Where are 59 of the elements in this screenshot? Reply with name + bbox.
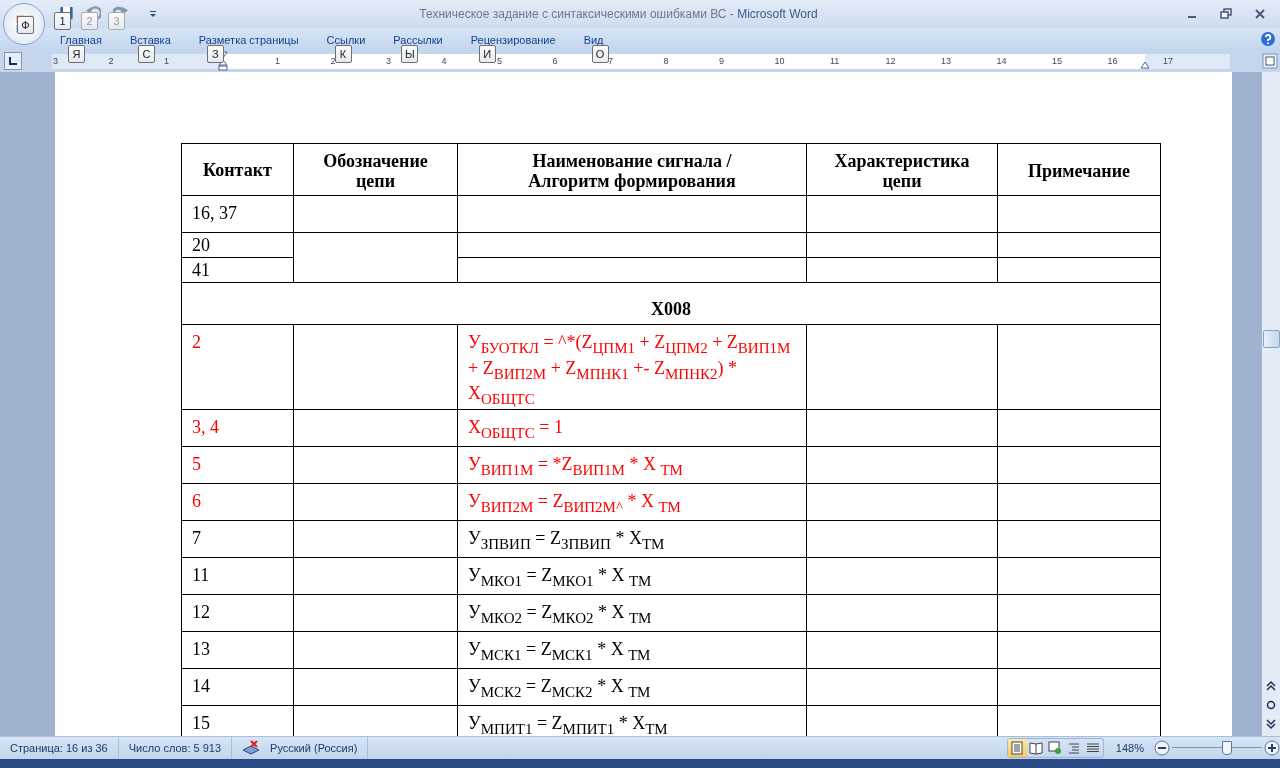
ruler-number: 3 bbox=[385, 55, 391, 66]
formula: У$_{ВИП2М}$ = Z$_{ВИП2М^}$ * X $_{ТМ}$ bbox=[468, 490, 681, 511]
ruler-number: 12 bbox=[884, 55, 896, 66]
ruler-number: 10 bbox=[773, 55, 785, 66]
contact-number: 14 bbox=[192, 675, 210, 696]
ruler-number: 7 bbox=[607, 55, 613, 66]
keytip-tooltip: К bbox=[334, 45, 352, 63]
contact-number: 6 bbox=[192, 490, 201, 511]
ruler-number: 4 bbox=[440, 55, 447, 66]
ruler-number: 1 bbox=[163, 55, 169, 66]
contact-number: 13 bbox=[192, 638, 210, 659]
ruler-number: 14 bbox=[995, 55, 1007, 66]
contact-number: 20 bbox=[192, 235, 210, 255]
column-header: Обозначение цепи bbox=[323, 150, 428, 191]
contact-number: 11 bbox=[192, 564, 210, 585]
ruler-number: 9 bbox=[718, 55, 724, 66]
formula: У$_{ЗПВИП}$ = Z$_{ЗПВИП}$ * X$_{ТМ}$ bbox=[468, 527, 665, 548]
column-header: Наименование сигнала / Алгоритм формирования bbox=[528, 150, 736, 191]
keytip-tooltip: Ф bbox=[17, 16, 34, 34]
ruler-number: 17 bbox=[1162, 55, 1173, 66]
ruler-number: 5 bbox=[496, 55, 502, 66]
ruler-number: 13 bbox=[940, 55, 951, 66]
keytip-tooltip: З bbox=[206, 45, 224, 63]
keytip-tooltip: 3 bbox=[108, 12, 125, 30]
formula: У$_{МСК2}$ = Z$_{МСК2}$ * X $_{ТМ}$ bbox=[468, 675, 651, 696]
ruler-number: 6 bbox=[551, 55, 558, 66]
contact-number: 41 bbox=[192, 260, 210, 280]
column-header: Характеристика цепи bbox=[834, 150, 970, 191]
ruler-number: 15 bbox=[1051, 55, 1062, 66]
keytip-tooltip: И bbox=[478, 45, 496, 63]
formula: У$_{МКО2}$ = Z$_{МКО2}$ * X $_{ТМ}$ bbox=[468, 601, 652, 622]
keytip-tooltip: О bbox=[591, 45, 609, 63]
ruler-number: 1 bbox=[274, 55, 280, 66]
contact-number: 15 bbox=[192, 712, 210, 733]
keytip-tooltip: 1 bbox=[54, 12, 71, 30]
column-header: Примечание bbox=[1027, 160, 1131, 181]
keytip-tooltip: С bbox=[137, 45, 155, 63]
contact-number: 7 bbox=[192, 527, 201, 548]
formula: У$_{МКО1}$ = Z$_{МКО1}$ * X $_{ТМ}$ bbox=[468, 564, 652, 585]
contact-number: 2 bbox=[192, 332, 201, 352]
ruler-number: 8 bbox=[662, 55, 669, 66]
keytip-tooltip: Я bbox=[68, 45, 85, 63]
ruler-number: 2 bbox=[329, 55, 336, 66]
ruler-number: 3 bbox=[52, 55, 58, 66]
section-heading: X008 bbox=[651, 299, 691, 319]
formula: У$_{МСК1}$ = Z$_{МСК1}$ * X $_{ТМ}$ bbox=[468, 638, 651, 659]
ruler-number: 11 bbox=[829, 55, 840, 66]
contact-number: 3, 4 bbox=[192, 416, 219, 437]
keytip-tooltip: Ы bbox=[401, 45, 419, 63]
contact-number: 5 bbox=[192, 453, 201, 474]
contact-number: 12 bbox=[192, 601, 210, 622]
ruler-number: 16 bbox=[1106, 55, 1118, 66]
formula: У$_{МПИТ1}$ = Z$_{МПИТ1}$ * X$_{ТМ}$ bbox=[468, 712, 668, 733]
window-title: Техническое задание с синтаксическими ошибками ВС - Microsoft Word bbox=[419, 7, 818, 21]
formula: У$_{ВИП1М}$ = *Z$_{ВИП1М}$ * X $_{ТМ}$ bbox=[468, 453, 683, 474]
column-header: Контакт bbox=[203, 159, 272, 180]
ruler-number: 2 bbox=[107, 55, 114, 66]
keytip-tooltip: 2 bbox=[81, 12, 98, 30]
contact-number: 16, 37 bbox=[192, 203, 237, 223]
